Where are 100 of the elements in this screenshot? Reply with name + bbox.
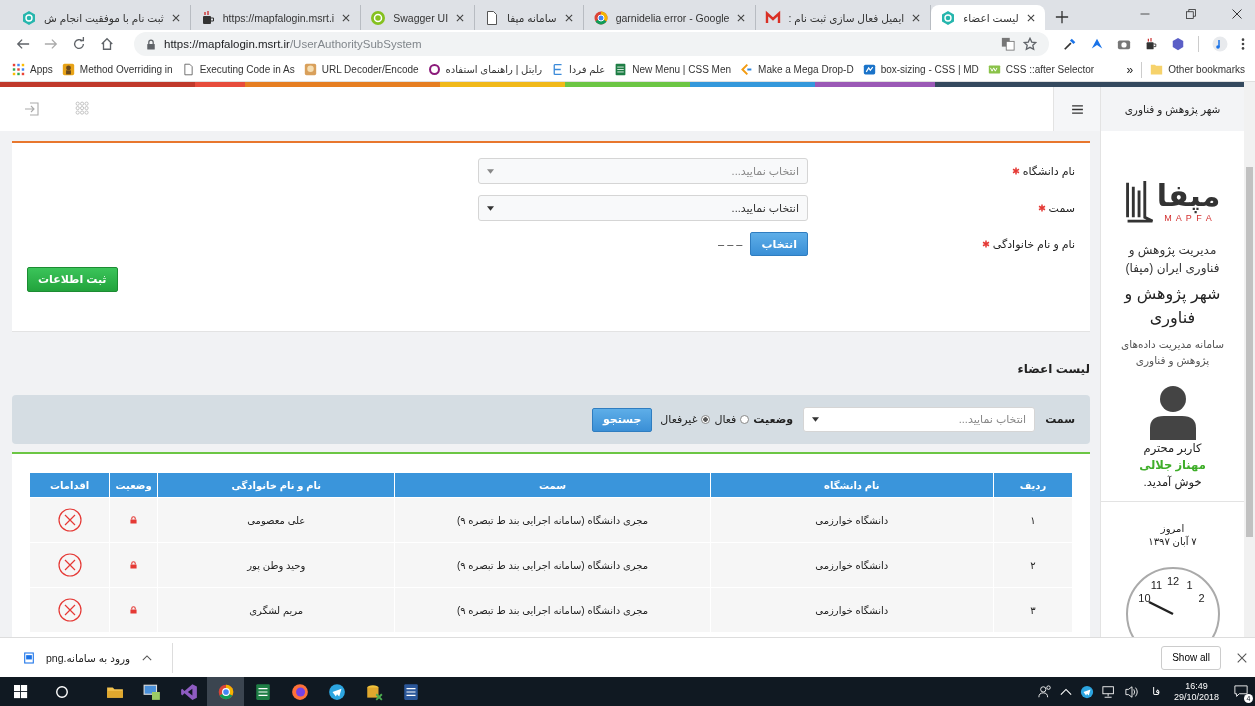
bars-icon	[551, 63, 565, 76]
image-file-icon	[24, 651, 34, 664]
address-bar[interactable]: https://mapfalogin.msrt.ir/UserAuthoritySubSystem	[134, 32, 1049, 56]
table-cell: دانشگاه خوارزمی	[710, 542, 994, 588]
people-icon[interactable]	[1038, 684, 1053, 699]
column-header: نام دانشگاه	[710, 472, 994, 498]
language-indicator[interactable]: فا	[1152, 686, 1160, 697]
map-icon	[862, 63, 876, 76]
radio-label[interactable]: غیرفعال	[660, 413, 698, 426]
network-icon[interactable]	[1102, 684, 1117, 699]
delete-icon[interactable]	[57, 508, 82, 532]
clock-button[interactable]: 16:49 29/10/2018	[1173, 680, 1219, 703]
circle-icon	[370, 9, 387, 26]
time-text: 16:49	[1185, 680, 1208, 692]
select-field[interactable]: انتخاب نمایید...	[478, 195, 808, 221]
bookmark-link[interactable]: علم فردا	[551, 63, 606, 76]
bookmark-folder[interactable]: Other bookmarks	[1150, 63, 1245, 76]
more-bookmarks-button[interactable]: »	[1126, 62, 1134, 77]
ring-icon	[216, 682, 235, 701]
caret-icon	[487, 168, 494, 174]
database-icon	[364, 682, 383, 701]
delete-icon[interactable]	[57, 553, 82, 577]
scrollbar-thumb[interactable]	[1246, 167, 1253, 537]
translate-icon[interactable]	[1001, 37, 1015, 51]
table-cell: وحید وطن پور	[157, 542, 395, 588]
menu-dots-icon[interactable]	[1241, 37, 1245, 51]
profile-icon[interactable]	[1212, 36, 1228, 52]
delete-icon[interactable]	[57, 598, 82, 622]
browser-tab[interactable]: لیست اعضاء	[931, 5, 1045, 30]
bookmark-link[interactable]: رایتل | راهنمای استفاده	[427, 63, 543, 76]
hexagon-icon[interactable]	[1171, 37, 1185, 51]
table-cell: مجری دانشگاه (سامانه اجرایی بند ط تبصره ۹)	[394, 497, 711, 543]
books-icon	[1124, 179, 1155, 223]
badge-icon	[987, 63, 1001, 76]
cup-icon[interactable]	[1144, 37, 1158, 51]
eyedropper-icon[interactable]	[1063, 37, 1077, 51]
close-icon[interactable]	[563, 12, 574, 23]
column-header: وضعیت	[109, 472, 158, 498]
close-icon[interactable]	[170, 12, 181, 23]
bookmark-link[interactable]: Apps	[12, 63, 53, 76]
date-text: 29/10/2018	[1173, 691, 1219, 703]
site-title: شهر پژوهش و فناوری	[1101, 87, 1244, 131]
caret-up-icon[interactable]	[142, 654, 153, 661]
caret-icon	[487, 205, 494, 211]
speaker-icon[interactable]	[1124, 684, 1141, 699]
download-item[interactable]: ورود به سامانه.png	[24, 651, 131, 664]
menu-button[interactable]	[1053, 87, 1100, 131]
arrow-icon[interactable]	[1090, 37, 1104, 51]
close-icon[interactable]	[1237, 652, 1247, 663]
table-cell: ۱	[993, 497, 1073, 543]
restore-icon[interactable]	[1185, 8, 1197, 20]
table-cell: ۳	[993, 587, 1073, 633]
select-field[interactable]: انتخاب نمایید...	[478, 158, 808, 184]
heading: شهر پژوهش و فناوری	[1122, 284, 1222, 330]
url-text[interactable]: https://mapfalogin.msrt.ir/UserAuthoritySubSystem	[164, 38, 422, 50]
bookmark-link[interactable]: New Menu | CSS Men	[614, 63, 732, 76]
folder-icon	[1150, 63, 1164, 76]
bookmark-link[interactable]: Method Overriding in	[61, 63, 173, 76]
avatar-icon	[1149, 384, 1196, 440]
filter-label: سمت	[1045, 413, 1075, 426]
radio-button[interactable]	[701, 415, 711, 424]
bookmark-link[interactable]: box-sizing - CSS | MD	[862, 63, 979, 76]
organization-name: مدیریت پژوهش و فناوری ایران (مپفا)	[1124, 242, 1221, 277]
document-icon	[181, 63, 195, 76]
bookmark-link[interactable]: URL Decoder/Encode	[303, 63, 419, 76]
scrollbar[interactable]	[1244, 82, 1255, 637]
notification-icon[interactable]	[1233, 684, 1249, 699]
menu-icon	[1071, 104, 1083, 114]
field-label: نام دانشگاه	[1022, 164, 1075, 178]
select-field[interactable]: انتخاب نمایید...	[803, 407, 1036, 432]
windows-icon[interactable]	[14, 684, 28, 699]
column-header: ردیف	[993, 472, 1073, 498]
star-icon[interactable]	[1023, 37, 1037, 51]
hexagon-icon	[21, 9, 37, 26]
close-icon[interactable]	[341, 12, 352, 23]
ring-icon	[592, 9, 609, 26]
radio-button[interactable]	[740, 415, 750, 424]
radio-label[interactable]: فعال	[714, 413, 737, 426]
search-icon[interactable]	[55, 684, 69, 699]
column-header: اقدامات	[29, 472, 110, 498]
bookmark-link[interactable]: Executing Code in As	[181, 63, 295, 76]
close-icon[interactable]	[455, 12, 466, 23]
paper-plane-icon[interactable]	[1080, 684, 1095, 699]
plus-icon[interactable]	[1054, 10, 1069, 24]
spreadsheet-icon	[253, 682, 272, 701]
close-icon[interactable]	[1025, 12, 1036, 23]
show-all-button[interactable]: Show all	[1161, 645, 1221, 670]
close-icon[interactable]	[1231, 8, 1243, 20]
apps-icon	[12, 63, 25, 76]
welcome-text: خوش آمدید.	[1143, 474, 1202, 491]
date-text: ۷ آبان ۱۳۹۷	[1148, 535, 1197, 548]
section-title: لیست اعضاء	[1016, 362, 1090, 376]
taskbar-button[interactable]	[207, 677, 244, 706]
back-arrow-icon[interactable]	[16, 37, 30, 51]
close-icon[interactable]	[911, 12, 922, 23]
reload-icon[interactable]	[72, 37, 86, 51]
bookmark-link[interactable]: Make a Mega Drop-D	[740, 63, 854, 76]
close-icon[interactable]	[736, 12, 747, 23]
bookmark-link[interactable]: CSS ::after Selector	[987, 63, 1095, 76]
home-icon[interactable]	[100, 37, 114, 51]
